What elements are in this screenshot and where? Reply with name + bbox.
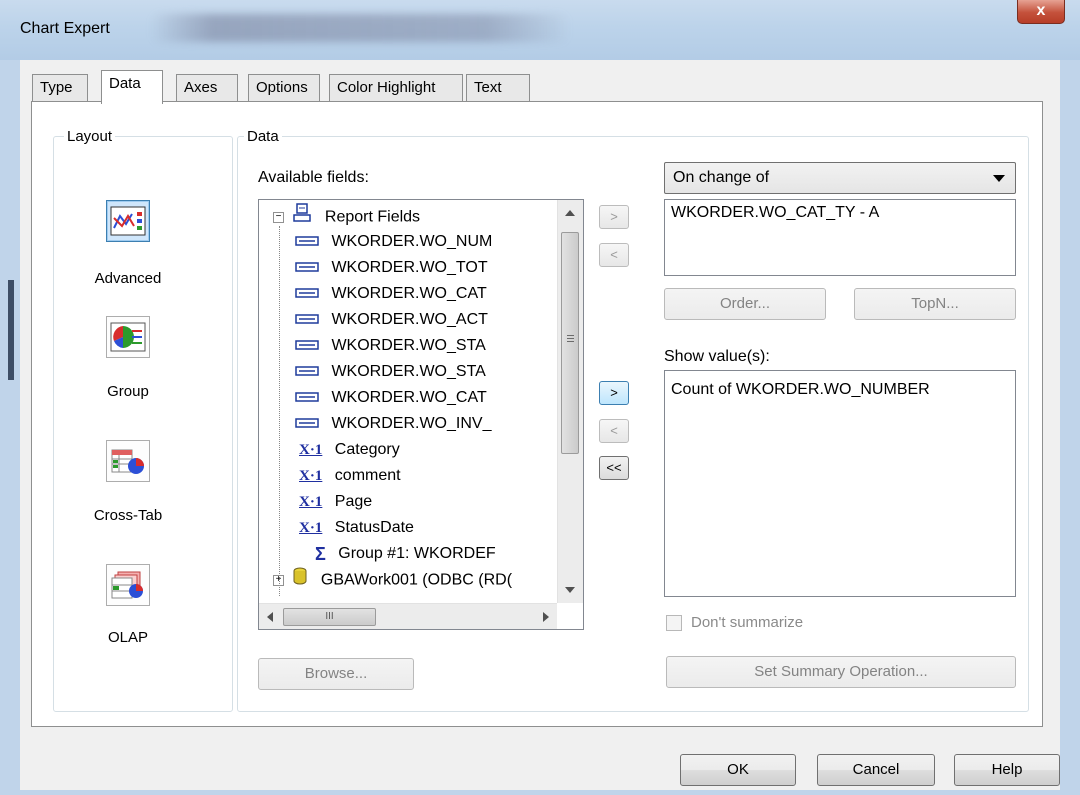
show-values-label: Show value(s): xyxy=(664,348,770,365)
window-frame-right xyxy=(1060,60,1080,795)
tree-item-field[interactable]: WKORDER.WO_ACT xyxy=(295,307,488,333)
tree-item-field[interactable]: WKORDER.WO_STA xyxy=(295,333,486,359)
add-group-field-button[interactable]: > xyxy=(599,205,629,229)
crosstab-chart-icon xyxy=(111,449,144,474)
tab-data[interactable]: Data xyxy=(101,70,163,104)
list-item[interactable]: Count of WKORDER.WO_NUMBER xyxy=(671,381,930,399)
available-fields-label: Available fields: xyxy=(258,169,369,186)
title-bar: Chart Expert x xyxy=(0,0,1080,60)
formula-field-icon: X·1 xyxy=(299,520,323,536)
title-redacted-area xyxy=(150,14,570,42)
order-button[interactable]: Order... xyxy=(664,288,826,320)
tree-item-field[interactable]: WKORDER.WO_CAT xyxy=(295,281,487,307)
scroll-up-arrow-icon[interactable] xyxy=(565,210,575,216)
database-field-icon xyxy=(295,359,319,385)
window-frame-bottom xyxy=(0,790,1080,795)
report-fields-icon xyxy=(292,203,312,232)
database-field-icon xyxy=(295,307,319,333)
on-change-fields-list[interactable]: WKORDER.WO_CAT_TY - A xyxy=(664,199,1016,276)
topn-button[interactable]: TopN... xyxy=(854,288,1016,320)
expander-plus-icon: + xyxy=(273,575,284,586)
database-field-icon xyxy=(295,255,319,281)
tree-item-field[interactable]: WKORDER.WO_CAT xyxy=(295,385,487,411)
layout-group-label: Layout xyxy=(64,128,116,145)
tree-item-database[interactable]: + GBAWork001 (ODBC (RD( xyxy=(273,567,512,593)
horizontal-scroll-thumb[interactable]: III xyxy=(283,608,376,626)
tree-item-summary[interactable]: Σ Group #1: WKORDEF xyxy=(295,541,496,567)
database-field-icon xyxy=(295,229,319,255)
cancel-button[interactable]: Cancel xyxy=(817,754,935,786)
database-field-icon xyxy=(295,385,319,411)
on-change-of-value: On change of xyxy=(673,169,770,186)
tree-item-field[interactable]: WKORDER.WO_INV_ xyxy=(295,411,491,437)
scroll-left-arrow-icon[interactable] xyxy=(267,612,273,622)
tree-item-field[interactable]: WKORDER.WO_STA xyxy=(295,359,486,385)
olap-chart-icon xyxy=(111,571,143,599)
data-group-label: Data xyxy=(244,128,282,145)
formula-field-icon: X·1 xyxy=(299,494,323,510)
tree-item-field[interactable]: WKORDER.WO_NUM xyxy=(295,229,492,255)
dont-summarize-label: Don't summarize xyxy=(691,614,804,631)
tree-item-field[interactable]: WKORDER.WO_TOT xyxy=(295,255,488,281)
thumb-grip xyxy=(567,338,574,339)
database-field-icon xyxy=(295,411,319,437)
olap-layout-label: OLAP xyxy=(107,629,149,646)
advanced-layout-label: Advanced xyxy=(94,270,162,287)
tree-item-report-fields[interactable]: − Report Fields xyxy=(273,203,420,229)
set-summary-operation-button[interactable]: Set Summary Operation... xyxy=(666,656,1016,688)
scroll-down-arrow-icon[interactable] xyxy=(565,587,575,593)
tree-vertical-scrollbar[interactable] xyxy=(557,200,583,603)
database-field-icon xyxy=(295,281,319,307)
tab-type[interactable]: Type xyxy=(32,74,88,102)
advanced-chart-icon xyxy=(110,206,146,236)
tree-horizontal-scrollbar[interactable]: III xyxy=(259,603,557,629)
thumb-grip xyxy=(567,341,574,342)
tree-item-formula[interactable]: X·1 StatusDate xyxy=(295,515,414,541)
list-item[interactable]: WKORDER.WO_CAT_TY - A xyxy=(671,204,879,222)
close-button[interactable]: x xyxy=(1017,0,1065,24)
advanced-layout-button[interactable] xyxy=(106,200,150,242)
crosstab-layout-button[interactable] xyxy=(106,440,150,482)
window-frame-left xyxy=(0,60,20,795)
group-chart-icon xyxy=(110,322,146,352)
thumb-grip xyxy=(567,335,574,336)
remove-value-button[interactable]: < xyxy=(599,419,629,443)
dont-summarize-checkbox[interactable] xyxy=(666,615,682,631)
remove-group-field-button[interactable]: < xyxy=(599,243,629,267)
add-value-button[interactable]: > xyxy=(599,381,629,405)
tree-item-formula[interactable]: X·1 comment xyxy=(295,463,401,489)
crosstab-layout-label: Cross-Tab xyxy=(93,507,163,524)
dropdown-arrow-icon xyxy=(993,175,1005,182)
tab-text[interactable]: Text xyxy=(466,74,530,102)
on-change-of-select[interactable]: On change of xyxy=(664,162,1016,194)
remove-all-values-button[interactable]: << xyxy=(599,456,629,480)
olap-layout-button[interactable] xyxy=(106,564,150,606)
group-layout-label: Group xyxy=(107,383,149,400)
ok-button[interactable]: OK xyxy=(680,754,796,786)
formula-field-icon: X·1 xyxy=(299,468,323,484)
tree-item-formula[interactable]: X·1 Page xyxy=(295,489,372,515)
scroll-right-arrow-icon[interactable] xyxy=(543,612,549,622)
tab-options[interactable]: Options xyxy=(248,74,320,102)
expander-minus-icon: − xyxy=(273,212,284,223)
summary-sigma-icon: Σ xyxy=(315,544,326,564)
tab-color-highlight[interactable]: Color Highlight xyxy=(329,74,463,102)
show-values-list[interactable]: Count of WKORDER.WO_NUMBER xyxy=(664,370,1016,597)
browse-button[interactable]: Browse... xyxy=(258,658,414,690)
database-icon xyxy=(292,567,308,594)
formula-field-icon: X·1 xyxy=(299,442,323,458)
tab-axes[interactable]: Axes xyxy=(176,74,238,102)
window-title: Chart Expert xyxy=(20,20,110,37)
vertical-scroll-thumb[interactable] xyxy=(561,232,579,454)
tree-connector xyxy=(279,226,280,596)
group-layout-button[interactable] xyxy=(106,316,150,358)
tree-item-formula[interactable]: X·1 Category xyxy=(295,437,400,463)
available-fields-tree[interactable]: − Report Fields WKORDER.WO_NUM WKORDER.W… xyxy=(258,199,584,630)
database-field-icon xyxy=(295,333,319,359)
help-button[interactable]: Help xyxy=(954,754,1060,786)
